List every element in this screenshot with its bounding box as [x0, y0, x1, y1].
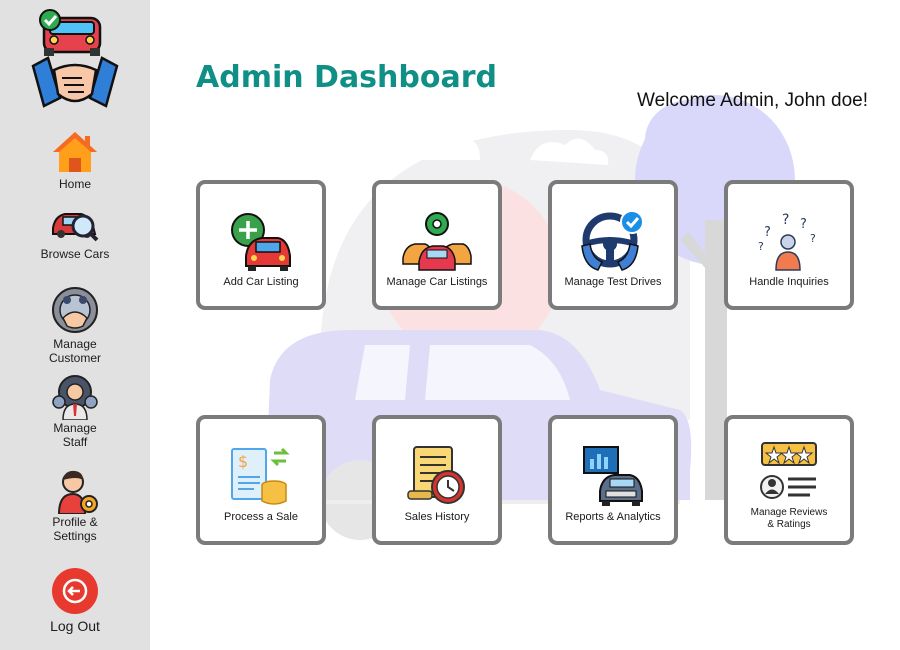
- add-car-icon: [231, 213, 291, 271]
- history-icon: [407, 446, 465, 504]
- sidebar-item-browse-cars[interactable]: Browse Cars: [0, 204, 150, 261]
- tile-process-a-sale[interactable]: $ Process a Sale: [196, 415, 326, 545]
- tile-manage-reviews-ratings[interactable]: Manage Reviews & Ratings: [724, 415, 854, 545]
- main-content: Admin Dashboard Welcome Admin, John doe!…: [150, 0, 900, 650]
- svg-text:?: ?: [764, 225, 771, 240]
- tile-reports-analytics[interactable]: Reports & Analytics: [548, 415, 678, 545]
- tile-sales-history[interactable]: Sales History: [372, 415, 502, 545]
- svg-text:?: ?: [782, 212, 789, 228]
- car-handshake-logo: [31, 9, 119, 108]
- tile-manage-car-listings[interactable]: Manage Car Listings: [372, 180, 502, 310]
- tile-label: Process a Sale: [224, 511, 298, 523]
- svg-text:$: $: [238, 452, 248, 471]
- manage-cars-icon: [402, 212, 472, 271]
- car-search-icon: [52, 213, 99, 242]
- logout-icon: [52, 568, 98, 614]
- tile-handle-inquiries[interactable]: ? ? ? ? ? Handle Inquiries: [724, 180, 854, 310]
- logout-button[interactable]: Log Out: [0, 568, 150, 633]
- page-title: Admin Dashboard: [196, 60, 497, 95]
- tile-label: Handle Inquiries: [749, 276, 829, 288]
- sidebar-item-manage-customer[interactable]: Manage Customer: [0, 284, 150, 365]
- sidebar-item-label: Log Out: [50, 618, 100, 634]
- tile-label: Manage Test Drives: [564, 276, 662, 288]
- svg-text:?: ?: [810, 232, 816, 245]
- staff-icon: [52, 375, 98, 420]
- profile-gear-icon: [57, 470, 98, 514]
- inquiry-icon: ? ? ? ? ?: [758, 212, 816, 271]
- sidebar-item-label: Profile & Settings: [52, 515, 98, 543]
- welcome-message: Welcome Admin, John doe!: [637, 90, 868, 111]
- svg-text:?: ?: [758, 240, 764, 253]
- sidebar-item-label: Manage Customer: [48, 337, 101, 365]
- steering-wheel-icon: [581, 210, 644, 271]
- tile-label: Sales History: [404, 511, 470, 523]
- sidebar-item-home[interactable]: Home: [0, 128, 150, 191]
- tile-add-car-listing[interactable]: Add Car Listing: [196, 180, 326, 310]
- customer-handshake-icon: [52, 287, 98, 333]
- sidebar-item-label: Browse Cars: [40, 247, 110, 261]
- tile-label: Add Car Listing: [223, 276, 299, 288]
- svg-text:?: ?: [800, 217, 807, 232]
- tile-label: Manage Reviews & Ratings: [750, 507, 828, 530]
- sidebar-item-label: Home: [58, 177, 91, 191]
- sale-icon: $: [231, 447, 290, 505]
- analytics-icon: [583, 446, 643, 506]
- sidebar-item-label: Manage Staff: [53, 421, 97, 449]
- sidebar: Home Browse Cars Manage Customer Manage …: [0, 0, 150, 650]
- tile-label: Manage Car Listings: [386, 276, 488, 288]
- sidebar-item-manage-staff[interactable]: Manage Staff: [0, 374, 150, 449]
- home-icon: [53, 132, 97, 172]
- tile-label: Reports & Analytics: [565, 511, 661, 523]
- tile-manage-test-drives[interactable]: Manage Test Drives: [548, 180, 678, 310]
- sidebar-item-profile-settings[interactable]: Profile & Settings: [0, 466, 150, 543]
- reviews-icon: [760, 442, 817, 499]
